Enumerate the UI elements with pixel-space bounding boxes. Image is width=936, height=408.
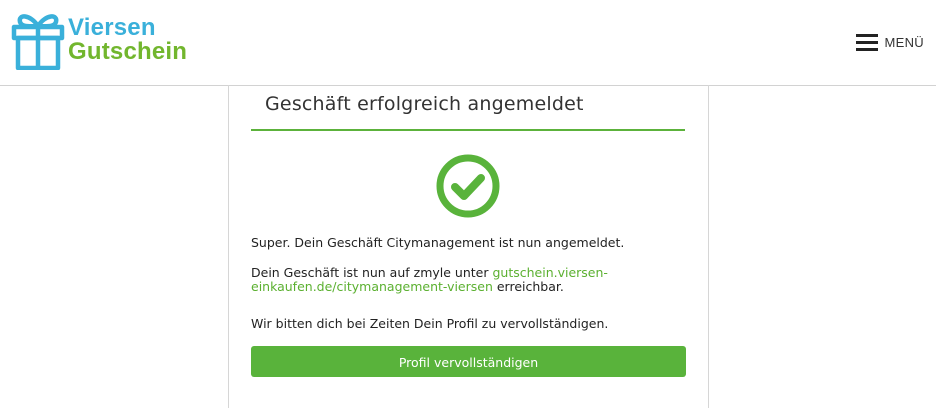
logo-line-gutschein: Gutschein — [68, 38, 188, 65]
menu-label: MENÜ — [884, 35, 924, 50]
logo-line-viersen: Viersen — [68, 14, 156, 41]
complete-profile-button[interactable]: Profil vervollständigen — [251, 346, 686, 377]
logo[interactable]: Viersen Gutschein — [10, 10, 200, 75]
hamburger-icon — [855, 34, 878, 51]
title-divider — [251, 129, 685, 131]
gift-logo-icon — [11, 14, 65, 70]
profile-hint: Wir bitten dich bei Zeiten Dein Profil z… — [251, 316, 609, 331]
success-message: Super. Dein Geschäft Citymanagement ist … — [251, 235, 625, 250]
registration-success-card: Geschäft erfolgreich angemeldet Super. D… — [228, 85, 709, 408]
logo-text: Viersen Gutschein — [68, 16, 187, 64]
shop-url-message: Dein Geschäft ist nun auf zmyle unter gu… — [251, 266, 691, 294]
url-suffix: erreichbar. — [492, 279, 564, 294]
card-title: Geschäft erfolgreich angemeldet — [265, 93, 584, 115]
check-circle-icon — [436, 154, 500, 218]
url-prefix: Dein Geschäft ist nun auf zmyle unter — [251, 265, 493, 280]
menu-button[interactable]: MENÜ — [855, 34, 924, 51]
top-header: Viersen Gutschein MENÜ — [0, 0, 936, 86]
